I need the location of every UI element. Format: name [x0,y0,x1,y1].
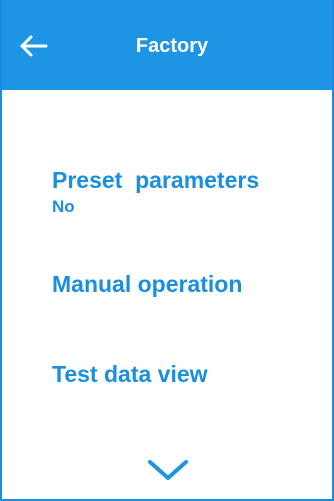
menu-item-manual-operation[interactable]: Manual operation [52,270,242,298]
scroll-down-button[interactable] [144,456,192,486]
menu-item-label: Manual operation [52,271,243,297]
menu-item-test-data-view[interactable]: Test data view [52,360,208,388]
header-bar: Factory [2,0,332,90]
page-title: Factory [135,35,209,57]
factory-screen: Factory Preset parameters No Manual oper… [0,0,334,501]
back-button[interactable] [18,26,58,66]
menu-item-value: No [52,197,75,216]
menu-item-preset-parameters[interactable]: Preset parameters No [52,166,259,218]
chevron-down-icon [144,456,192,486]
menu-item-label: Test data view [52,361,208,387]
menu-item-label: Preset parameters [52,167,260,193]
arrow-left-icon [18,26,58,66]
